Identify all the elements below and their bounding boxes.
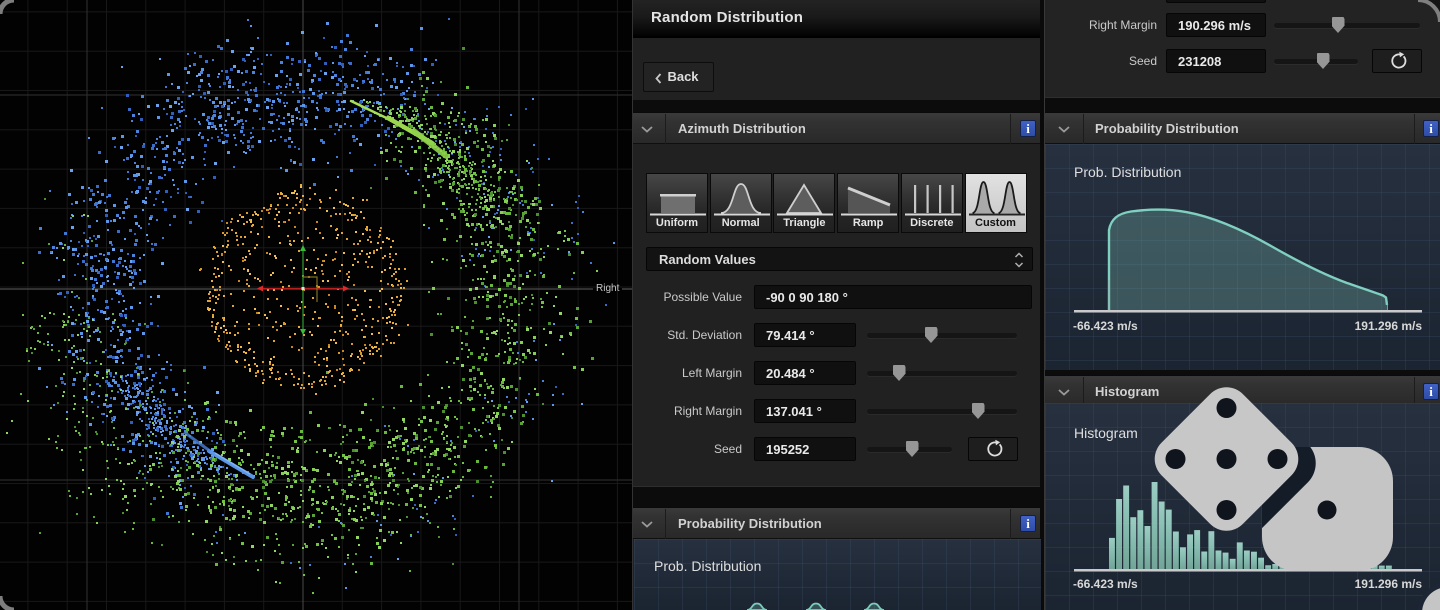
svg-text:Right: Right: [596, 283, 620, 294]
